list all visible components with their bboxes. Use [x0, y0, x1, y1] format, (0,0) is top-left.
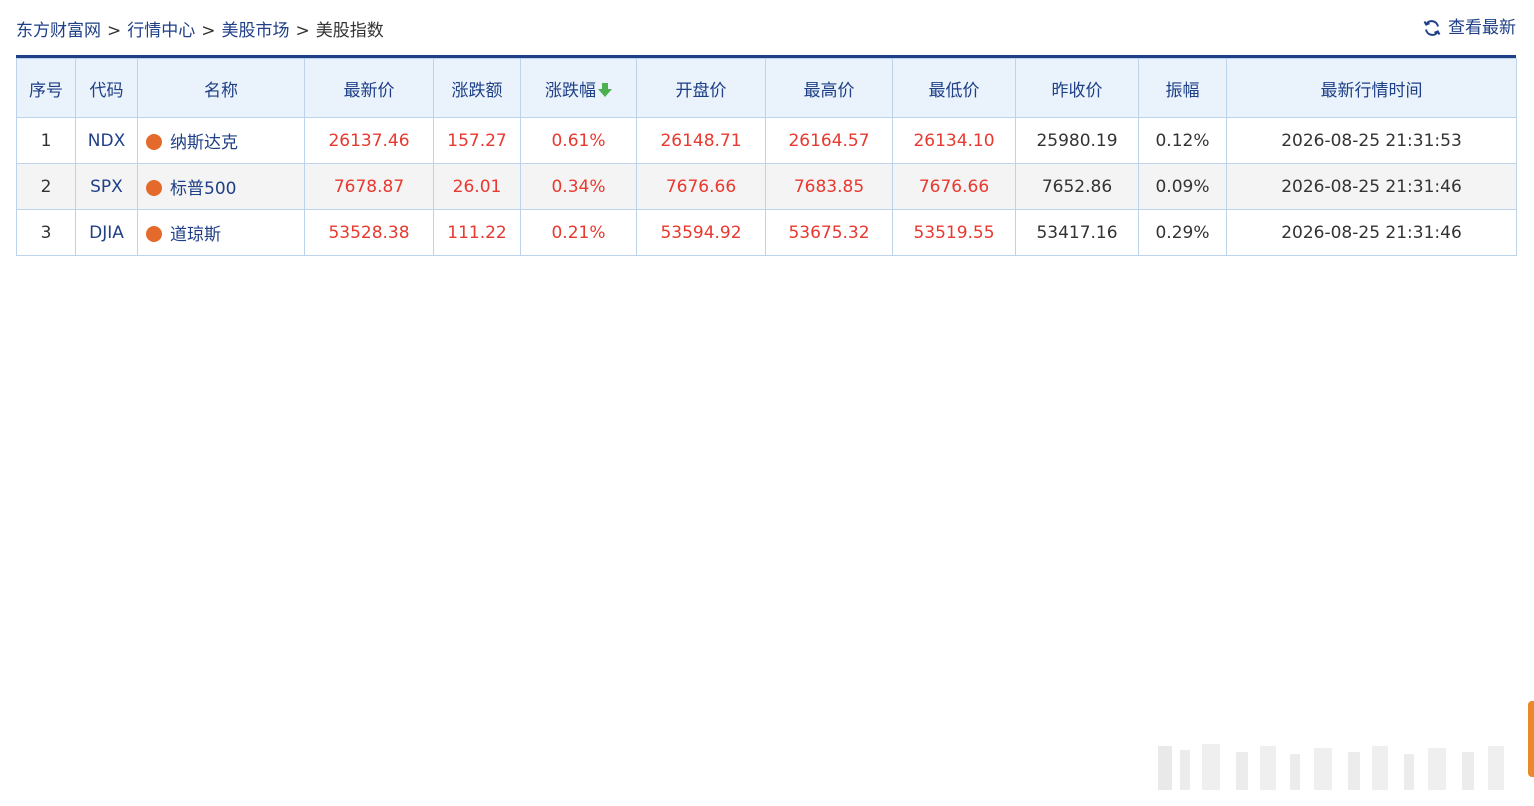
- side-float-tab[interactable]: [1528, 701, 1534, 777]
- status-dot-icon: [146, 180, 162, 196]
- cell-latest: 7678.87: [304, 163, 434, 210]
- breadcrumb-link-home[interactable]: 东方财富网: [16, 21, 101, 41]
- cell-code-link[interactable]: SPX: [75, 163, 138, 210]
- cell-time: 2026-08-25 21:31:46: [1226, 163, 1517, 210]
- cell-name-link[interactable]: 标普500: [170, 179, 236, 199]
- cell-code-link[interactable]: NDX: [75, 117, 138, 164]
- cell-open: 26148.71: [636, 117, 766, 164]
- col-header-prev-close[interactable]: 昨收价: [1015, 58, 1139, 118]
- cell-high: 26164.57: [765, 117, 893, 164]
- breadcrumb-current: 美股指数: [315, 21, 384, 41]
- cell-index: 3: [16, 209, 76, 256]
- cell-latest: 53528.38: [304, 209, 434, 256]
- cell-name: 道琼斯: [137, 209, 305, 256]
- table-header-row: 序号 代码 名称 最新价 涨跌额 涨跌幅 开盘价 最高价 最低价 昨收价 振幅 …: [16, 58, 1517, 118]
- table-row: 1 NDX 纳斯达克 26137.46 157.27 0.61% 26148.7…: [16, 117, 1517, 164]
- cell-change: 26.01: [433, 163, 521, 210]
- cell-code-link[interactable]: DJIA: [75, 209, 138, 256]
- refresh-icon: [1423, 20, 1441, 36]
- col-header-change-pct: 涨跌幅: [545, 80, 596, 101]
- cell-prev-close: 25980.19: [1015, 117, 1139, 164]
- refresh-button[interactable]: 查看最新: [1422, 16, 1516, 40]
- cell-change-pct: 0.61%: [520, 117, 637, 164]
- down-arrow-icon: [598, 82, 612, 97]
- cell-high: 7683.85: [765, 163, 893, 210]
- decorative-bars: [1158, 744, 1504, 790]
- refresh-label: 查看最新: [1448, 18, 1516, 38]
- breadcrumb-separator: >: [107, 21, 122, 41]
- index-table-container: 序号 代码 名称 最新价 涨跌额 涨跌幅 开盘价 最高价 最低价 昨收价 振幅 …: [16, 55, 1517, 256]
- top-bar: 东方财富网 > 行情中心 > 美股市场 > 美股指数 查看最新: [16, 16, 1516, 48]
- status-dot-icon: [146, 134, 162, 150]
- cell-amplitude: 0.12%: [1138, 117, 1227, 164]
- col-header-change-pct-cell[interactable]: 涨跌幅: [520, 58, 637, 118]
- breadcrumb-separator: >: [201, 21, 216, 41]
- cell-change: 157.27: [433, 117, 521, 164]
- table-row: 2 SPX 标普500 7678.87 26.01 0.34% 7676.66 …: [16, 163, 1517, 210]
- cell-low: 53519.55: [892, 209, 1016, 256]
- breadcrumb-separator: >: [295, 21, 310, 41]
- cell-low: 7676.66: [892, 163, 1016, 210]
- cell-open: 7676.66: [636, 163, 766, 210]
- cell-name-link[interactable]: 纳斯达克: [170, 133, 238, 153]
- col-header-low[interactable]: 最低价: [892, 58, 1016, 118]
- breadcrumb: 东方财富网 > 行情中心 > 美股市场 > 美股指数: [16, 20, 384, 42]
- cell-open: 53594.92: [636, 209, 766, 256]
- cell-time: 2026-08-25 21:31:46: [1226, 209, 1517, 256]
- cell-change: 111.22: [433, 209, 521, 256]
- col-header-code[interactable]: 代码: [75, 58, 138, 118]
- col-header-amplitude[interactable]: 振幅: [1138, 58, 1227, 118]
- col-header-time: 最新行情时间: [1226, 58, 1517, 118]
- cell-name-link[interactable]: 道琼斯: [170, 225, 221, 245]
- cell-name: 纳斯达克: [137, 117, 305, 164]
- breadcrumb-link-quotes[interactable]: 行情中心: [127, 21, 195, 41]
- cell-index: 1: [16, 117, 76, 164]
- us-index-table: 序号 代码 名称 最新价 涨跌额 涨跌幅 开盘价 最高价 最低价 昨收价 振幅 …: [16, 58, 1517, 256]
- col-header-index: 序号: [16, 58, 76, 118]
- cell-amplitude: 0.09%: [1138, 163, 1227, 210]
- breadcrumb-link-us-market[interactable]: 美股市场: [222, 21, 290, 41]
- cell-name: 标普500: [137, 163, 305, 210]
- table-row: 3 DJIA 道琼斯 53528.38 111.22 0.21% 53594.9…: [16, 209, 1517, 256]
- status-dot-icon: [146, 226, 162, 242]
- cell-change-pct: 0.21%: [520, 209, 637, 256]
- cell-latest: 26137.46: [304, 117, 434, 164]
- cell-change-pct: 0.34%: [520, 163, 637, 210]
- cell-time: 2026-08-25 21:31:53: [1226, 117, 1517, 164]
- cell-prev-close: 7652.86: [1015, 163, 1139, 210]
- cell-amplitude: 0.29%: [1138, 209, 1227, 256]
- cell-prev-close: 53417.16: [1015, 209, 1139, 256]
- cell-index: 2: [16, 163, 76, 210]
- cell-high: 53675.32: [765, 209, 893, 256]
- col-header-change[interactable]: 涨跌额: [433, 58, 521, 118]
- col-header-name[interactable]: 名称: [137, 58, 305, 118]
- cell-low: 26134.10: [892, 117, 1016, 164]
- col-header-high[interactable]: 最高价: [765, 58, 893, 118]
- col-header-open[interactable]: 开盘价: [636, 58, 766, 118]
- col-header-latest[interactable]: 最新价: [304, 58, 434, 118]
